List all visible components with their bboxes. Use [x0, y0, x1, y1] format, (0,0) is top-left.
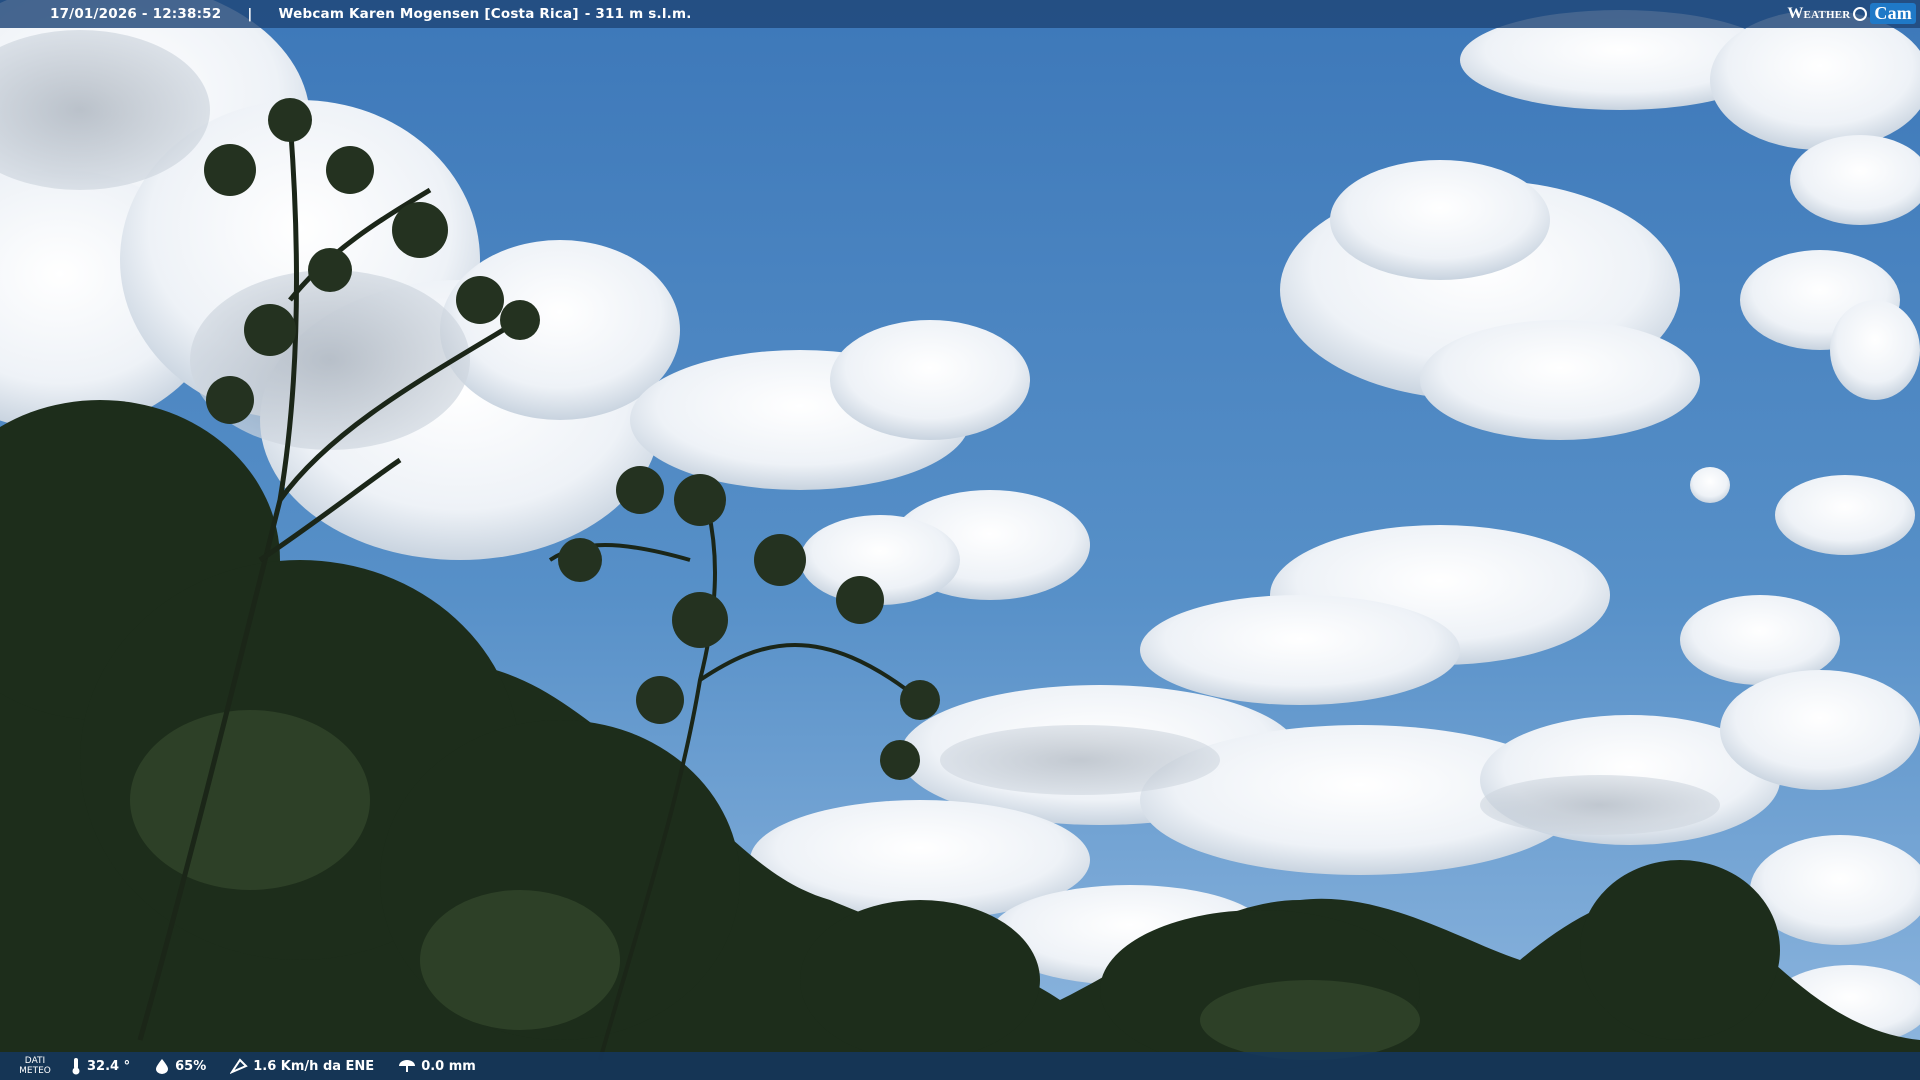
weather-label-top: DATI — [24, 1056, 46, 1066]
humidity-icon — [156, 1059, 169, 1074]
timestamp: 17/01/2026 - 12:38:52 — [50, 6, 222, 22]
top-info-bar: 17/01/2026 - 12:38:52 | Webcam Karen Mog… — [0, 0, 1920, 28]
wind-value: 1.6 Km/h da ENE — [253, 1058, 375, 1074]
separator: | — [247, 6, 253, 22]
temperature-metric: 32.4 ° — [70, 1057, 130, 1075]
webcam-title: Webcam Karen Mogensen [Costa Rica] — [278, 6, 579, 22]
weathercam-logo: Weather Cam — [1787, 1, 1916, 26]
logo-weather-text: Weather — [1787, 4, 1851, 22]
humidity-metric: 65% — [154, 1058, 206, 1074]
wind-metric: 1.6 Km/h da ENE — [230, 1058, 374, 1074]
temperature-value: 32.4 ° — [87, 1058, 131, 1074]
wind-icon — [230, 1058, 248, 1074]
thermometer-icon — [72, 1058, 80, 1075]
rain-metric: 0.0 mm — [398, 1058, 476, 1074]
rain-icon — [399, 1060, 416, 1072]
altitude: - 311 m s.l.m. — [584, 6, 692, 22]
humidity-value: 65% — [175, 1058, 207, 1074]
camera-lens-icon — [1853, 6, 1868, 21]
weather-label-bottom: METEO — [19, 1066, 51, 1076]
rain-value: 0.0 mm — [421, 1058, 476, 1074]
webcam-image — [0, 0, 1920, 1080]
weather-data-bar: DATI METEO 32.4 ° 65% 1.6 Km/h da ENE 0.… — [0, 1052, 1920, 1080]
logo-cam-text: Cam — [1870, 3, 1916, 24]
weather-label: DATI METEO — [0, 1056, 70, 1076]
